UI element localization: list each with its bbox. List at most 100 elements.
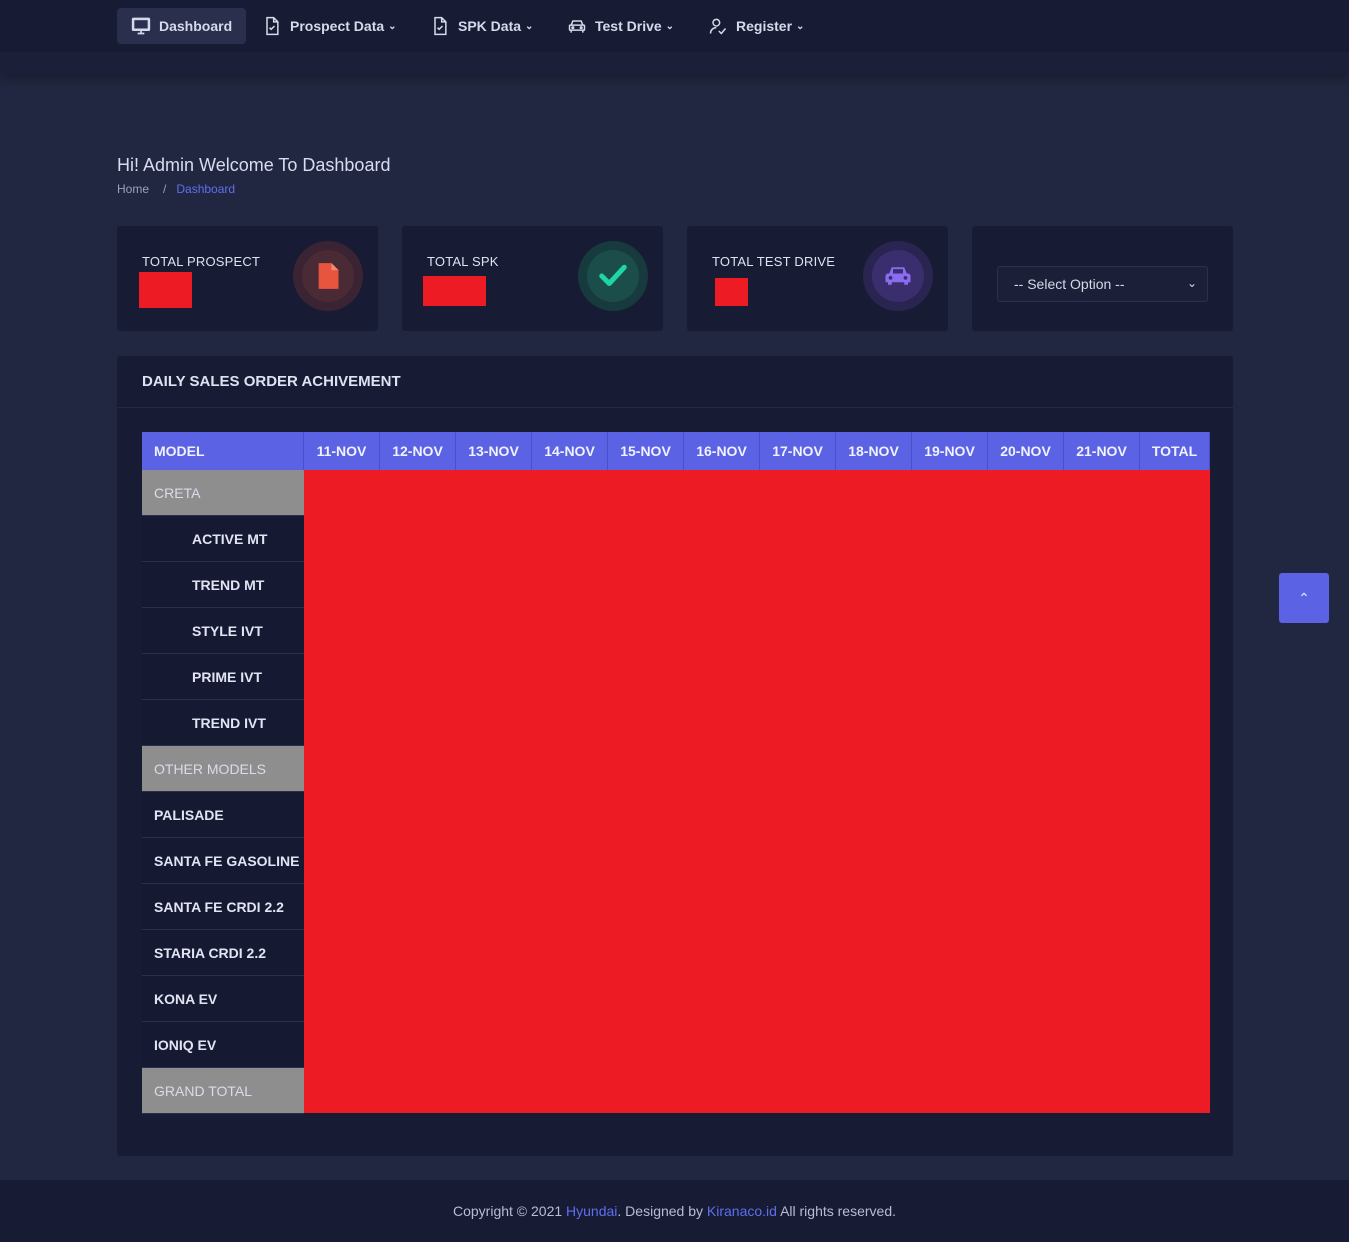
column-header: 19-NOV [912,432,988,470]
column-header: 21-NOV [1064,432,1140,470]
column-header: 17-NOV [760,432,836,470]
page-title: Hi! Admin Welcome To Dashboard [117,155,391,175]
table-row: STYLE IVT [142,608,304,654]
nav-prospect-data[interactable]: Prospect Data ⌄ [248,8,411,44]
car-icon [568,20,586,33]
file-icon [318,263,339,289]
breadcrumb-home[interactable]: Home [117,182,149,196]
card-total-prospect: TOTAL PROSPECT [117,226,378,331]
chevron-down-icon: ⌄ [388,20,397,32]
row-label: TREND MT [192,576,265,593]
redacted-value [139,272,192,308]
table-row: SANTA FE GASOLINE [142,838,304,884]
column-header: MODEL [142,432,304,470]
sub-navbar [0,52,1349,74]
card-filter: -- Select Option -- ⌄ [972,226,1233,331]
table-row: PRIME IVT [142,654,304,700]
top-navbar: Dashboard Prospect Data ⌄ SPK Data ⌄ Tes… [0,0,1349,52]
footer-brand-link[interactable]: Hyundai [566,1203,617,1219]
row-label: ACTIVE MT [192,530,268,547]
car-icon-ring [863,241,933,311]
option-select-value: -- Select Option -- [1014,276,1125,292]
column-header: 18-NOV [836,432,912,470]
chevron-down-icon: ⌄ [1186,276,1197,290]
column-header: 15-NOV [608,432,684,470]
document-check-icon [434,16,447,36]
card-total-test-drive: TOTAL TEST DRIVE [687,226,948,331]
column-header: 13-NOV [456,432,532,470]
footer: Copyright © 2021 Hyundai. Designed by Ki… [0,1180,1349,1242]
row-label: KONA EV [154,990,218,1007]
row-label: CRETA [154,484,201,501]
column-header: 12-NOV [380,432,456,470]
table-row: ACTIVE MT [142,516,304,562]
nav-register[interactable]: Register ⌄ [694,8,818,44]
nav-register-label: Register [736,18,793,34]
table-row: TREND MT [142,562,304,608]
breadcrumb-separator: / [163,182,167,196]
table-row: SANTA FE CRDI 2.2 [142,884,304,930]
breadcrumb-current: Dashboard [176,182,236,196]
table-row: KONA EV [142,976,304,1022]
nav-test-drive-label: Test Drive [595,18,662,34]
column-header: 20-NOV [988,432,1064,470]
chevron-up-icon: ⌃ [1298,589,1310,606]
chevron-down-icon: ⌄ [796,20,805,32]
footer-suffix: All rights reserved. [776,1203,897,1219]
panel-title: DAILY SALES ORDER ACHIVEMENT [142,373,401,390]
document-check-icon [266,16,279,36]
nav-spk-data[interactable]: SPK Data ⌄ [416,8,547,44]
scroll-to-top-button[interactable]: ⌃ [1279,573,1329,623]
row-label: GRAND TOTAL [154,1082,253,1099]
divider [117,407,1233,408]
card-total-spk: TOTAL SPK [402,226,663,331]
column-header: 14-NOV [532,432,608,470]
table-row: GRAND TOTAL [142,1068,304,1114]
table-row: TREND IVT [142,700,304,746]
row-label: TREND IVT [192,714,266,731]
row-label: OTHER MODELS [154,760,267,777]
column-header: 11-NOV [304,432,380,470]
table-row: PALISADE [142,792,304,838]
daily-sales-panel: DAILY SALES ORDER ACHIVEMENT MODEL 11-NO… [117,356,1233,1156]
option-select[interactable]: -- Select Option -- ⌄ [997,266,1208,302]
footer-prefix: Copyright © 2021 [452,1203,567,1219]
column-header: 16-NOV [684,432,760,470]
table-row: CRETA [142,470,304,516]
row-label: STARIA CRDI 2.2 [154,944,267,961]
nav-dashboard-label: Dashboard [159,18,233,34]
chevron-down-icon: ⌄ [665,20,675,32]
card-total-spk-label: TOTAL SPK [427,254,499,269]
monitor-icon [131,17,151,35]
model-rows: CRETA ACTIVE MT TREND MT STYLE IVT PRIME… [142,470,304,1114]
redacted-value [715,278,748,306]
row-label: SANTA FE GASOLINE [154,852,300,869]
table-header: MODEL 11-NOV 12-NOV 13-NOV 14-NOV 15-NOV… [142,432,1210,470]
user-check-icon [709,18,727,35]
footer-middle: . Designed by [617,1203,707,1219]
row-label: SANTA FE CRDI 2.2 [154,898,284,915]
table-row: IONIQ EV [142,1022,304,1068]
card-total-prospect-label: TOTAL PROSPECT [142,254,261,269]
row-label: PRIME IVT [192,668,263,685]
footer-designer-link[interactable]: Kiranaco.id [707,1203,777,1219]
file-icon-ring [293,241,363,311]
redacted-value [423,276,486,306]
card-total-test-drive-label: TOTAL TEST DRIVE [712,254,836,269]
car-icon [885,267,911,285]
check-icon [599,264,627,286]
row-label: PALISADE [154,806,224,823]
row-label: IONIQ EV [154,1036,217,1053]
column-header: TOTAL [1140,432,1210,470]
redacted-table-values [304,470,1210,1113]
nav-dashboard[interactable]: Dashboard [117,8,247,44]
table-row: OTHER MODELS [142,746,304,792]
table-row: STARIA CRDI 2.2 [142,930,304,976]
nav-test-drive[interactable]: Test Drive ⌄ [553,8,688,44]
check-icon-ring [578,241,648,311]
breadcrumb: Home / Dashboard [117,182,235,196]
row-label: STYLE IVT [192,622,263,639]
chevron-down-icon: ⌄ [525,20,534,32]
nav-spk-data-label: SPK Data [458,18,522,34]
nav-prospect-data-label: Prospect Data [290,18,385,34]
